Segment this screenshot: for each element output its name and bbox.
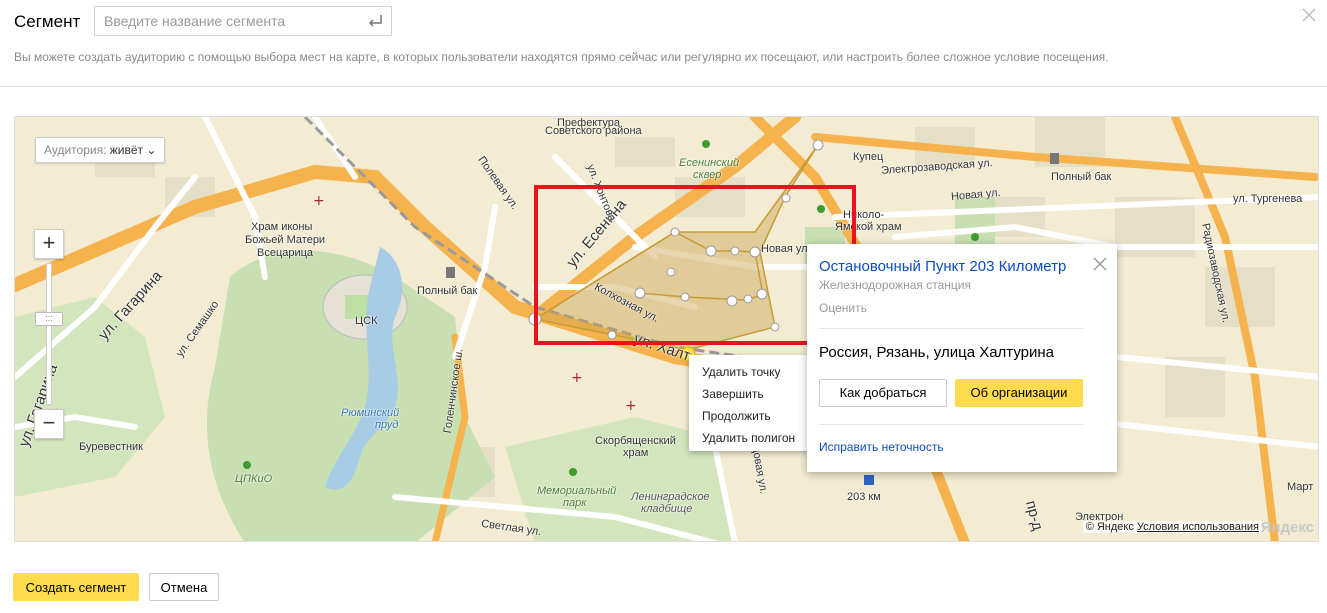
map-label: Полный бак [1051,171,1112,183]
info-balloon: Остановочный Пункт 203 Километр Железнод… [807,244,1117,472]
svg-text:+: + [571,370,583,386]
map-label: Полный бак [417,285,478,297]
zoom-out-button[interactable]: − [34,409,64,439]
divider [819,424,1083,425]
map-label: Скорбященский [595,435,676,447]
balloon-address: Россия, Рязань, улица Халтурина [819,344,1055,361]
chevron-down-icon: ⌄ [146,143,157,157]
map-label: Есенинский [679,157,740,169]
polygon-context-menu: Удалить точку Завершить Продолжить Удали… [689,355,813,451]
map-label: сквер [693,169,722,181]
route-button[interactable]: Как добраться [819,379,947,407]
map-label: ЦСК [355,315,378,327]
description-text: Вы можете создать аудиторию с помощью вы… [14,50,1109,64]
map-label: Всецарица [257,247,314,259]
fix-error-link[interactable]: Исправить неточность [819,440,944,454]
audience-value: живёт [109,143,144,157]
map-label: Мемориальный [537,485,617,497]
yandex-logo[interactable]: Яндекс [1261,519,1314,536]
map-label: ул. Тургенева [1233,193,1303,205]
zoom-slider-handle[interactable]: ::: [35,312,63,326]
rate-link[interactable]: Оценить [819,301,867,315]
map-label: Март [1287,481,1314,493]
svg-text:+: + [313,193,325,209]
zoom-slider[interactable]: ::: [35,263,63,405]
divider [0,86,1327,87]
divider [819,328,1083,329]
map-label: Храм иконы [251,221,313,233]
enter-icon[interactable] [366,13,384,29]
map-label: парк [563,497,587,509]
map-label: Купец [853,151,884,163]
map-label: храм [623,447,649,459]
terms-link[interactable]: Условия использования [1137,521,1259,533]
page-title: Сегмент [14,12,81,31]
cancel-button[interactable]: Отмена [149,573,219,601]
map-copyright: © Яндекс Условия использования [1082,521,1262,533]
balloon-subtitle: Железнодорожная станция [819,278,971,292]
close-icon[interactable] [1093,257,1107,271]
audience-label: Аудитория: [44,143,107,157]
map-label: Советского района [545,125,642,137]
menu-item-delete-polygon[interactable]: Удалить полигон [689,427,813,449]
segment-name-input[interactable] [94,6,392,36]
map-area[interactable]: + + + ул. Гагарина ул. Гагарина Храм ико… [14,116,1319,542]
close-icon[interactable] [1301,7,1317,23]
menu-item-finish[interactable]: Завершить [689,383,813,405]
map-label: 203 км [847,491,881,503]
organization-button[interactable]: Об организации [955,379,1083,407]
map-label: Ленинградское [631,491,710,503]
zoom-in-button[interactable]: + [34,229,64,259]
menu-item-delete-point[interactable]: Удалить точку [689,361,813,383]
audience-select[interactable]: Аудитория: живёт ⌄ [35,137,166,163]
svg-text:+: + [625,398,637,414]
zoom-control: + ::: − [34,229,64,439]
map-label: Буревестник [79,441,143,453]
map-label: пруд [375,419,399,431]
map-label: ЦПКиО [235,473,273,485]
balloon-title[interactable]: Остановочный Пункт 203 Километр [819,258,1066,275]
copyright-text: © Яндекс [1085,521,1134,533]
menu-item-continue[interactable]: Продолжить [689,405,813,427]
map-label: Божьей Матери [245,234,326,246]
create-segment-button[interactable]: Создать сегмент [13,573,139,601]
map-label: Рюминский [341,407,400,419]
map-label: кладбище [641,503,693,515]
